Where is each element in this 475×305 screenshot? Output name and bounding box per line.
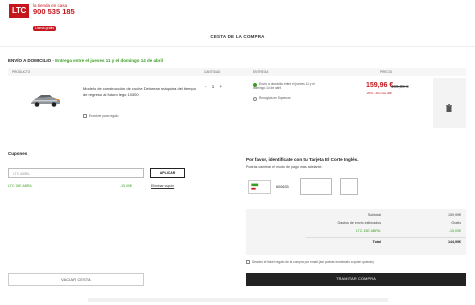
shipping-label: Gastos de envío estimados [337, 221, 381, 225]
summary-divider [306, 237, 466, 238]
delivery-window: Entrega entre el jueves 11 y el domingo … [55, 58, 163, 63]
qty-value[interactable]: 1 [212, 84, 215, 89]
product-original-price: 199,99 € [391, 83, 409, 89]
footer-strip [88, 298, 388, 302]
eci-card-icon [248, 180, 271, 194]
free-call-badge: Llama gratis [33, 26, 57, 31]
card-number-prefix: 600633 [276, 185, 289, 189]
coupon-input[interactable]: LTC ABRIL [8, 168, 144, 178]
qty-plus-button[interactable]: + [220, 84, 223, 89]
checkout-button[interactable]: TRAMITAR COMPRA [246, 273, 466, 286]
summary-coupon: LTC 15E ABRIL -15,00€ [246, 229, 466, 236]
shipping-value: Gratis [451, 221, 461, 225]
gift-wrap-label: Envolver para regalo [89, 114, 119, 118]
coupon-label: LTC 15E ABRIL [355, 229, 381, 233]
col-price: PRECIO [380, 70, 393, 74]
pickup-radio[interactable] [253, 97, 257, 101]
summary-total: Total 144,99€ [246, 240, 466, 247]
product-price: 159,96 € [366, 82, 394, 89]
identify-heading: Por favor, identifícate con tu Tarjeta E… [246, 157, 359, 162]
subtotal-label: Subtotal [367, 213, 381, 217]
site-header: LTC la tienda en casa 900 535 185 Llama … [0, 0, 475, 31]
identify-subtitle: Podrás cambiar el modo de pago más adela… [246, 165, 323, 169]
delivery-option-pickup[interactable]: Recogida en Supercor [253, 96, 315, 101]
col-delivery: ENTREGA [253, 70, 269, 74]
summary-subtotal: Subtotal 159,99€ [246, 213, 466, 220]
header-divider [0, 46, 475, 47]
card-check-field[interactable] [340, 178, 358, 195]
delivery-type: ENVÍO A DOMICILIO [8, 58, 52, 63]
total-label: Total [372, 240, 381, 244]
ltc-logo[interactable]: LTC [9, 4, 29, 18]
total-value: 144,99€ [448, 240, 461, 244]
order-summary: Subtotal 159,99€ Gastos de envío estimad… [246, 209, 466, 255]
remove-coupon-link[interactable]: Eliminar cupón [151, 184, 174, 188]
col-quantity: CANTIDAD [204, 70, 221, 74]
gift-ticket-label: Desdeo el ticket regalo de la compra por… [252, 260, 374, 264]
trash-icon[interactable] [444, 103, 454, 113]
card-number-field[interactable] [300, 178, 332, 195]
product-image[interactable] [28, 88, 63, 110]
home-delivery-label: Envío a domicilio entre el jueves 11 y e… [253, 82, 315, 90]
col-product: PRODUCTO [12, 70, 31, 74]
gift-ticket-checkbox[interactable] [246, 260, 250, 265]
coupon-value: -15,00€ [448, 229, 461, 233]
applied-coupon-amount: -15,00€ [120, 184, 132, 188]
coupons-heading: Cupones [8, 151, 28, 156]
gift-ticket-option[interactable]: Desdeo el ticket regalo de la compra por… [246, 260, 374, 265]
delivery-heading: ENVÍO A DOMICILIO · Entrega entre el jue… [8, 58, 163, 63]
pickup-label: Recogida en Supercor [259, 96, 291, 100]
empty-cart-button[interactable]: VACIAR CESTA [8, 273, 144, 286]
page-title: CESTA DE LA COMPRA [210, 34, 265, 39]
gift-wrap-checkbox[interactable] [83, 114, 87, 119]
gift-wrap-option[interactable]: Envolver para regalo [83, 114, 119, 119]
summary-shipping: Gastos de envío estimados Gratis [246, 221, 466, 228]
contact-phone[interactable]: 900 535 185 [33, 8, 75, 16]
product-discount: -20% · Ahorras 40€ [366, 91, 392, 95]
product-name[interactable]: Modelo de construcción de coche Delorean… [83, 86, 198, 97]
contact-info: la tienda en casa 900 535 185 Llama grat… [33, 3, 75, 34]
delivery-option-home[interactable]: Envío a domicilio entre el jueves 11 y e… [253, 82, 315, 91]
cart-table-header: PRODUCTO CANTIDAD ENTREGA PRECIO [8, 68, 466, 76]
qty-minus-button[interactable]: - [205, 84, 207, 89]
cart-item: Modelo de construcción de coche Delorean… [8, 78, 466, 128]
apply-coupon-button[interactable]: APLICAR [150, 168, 185, 178]
subtotal-value: 159,99€ [448, 213, 461, 217]
quantity-stepper: - 1 + [205, 84, 226, 89]
applied-coupon-code: LTC 15E ABRIL [8, 184, 33, 188]
